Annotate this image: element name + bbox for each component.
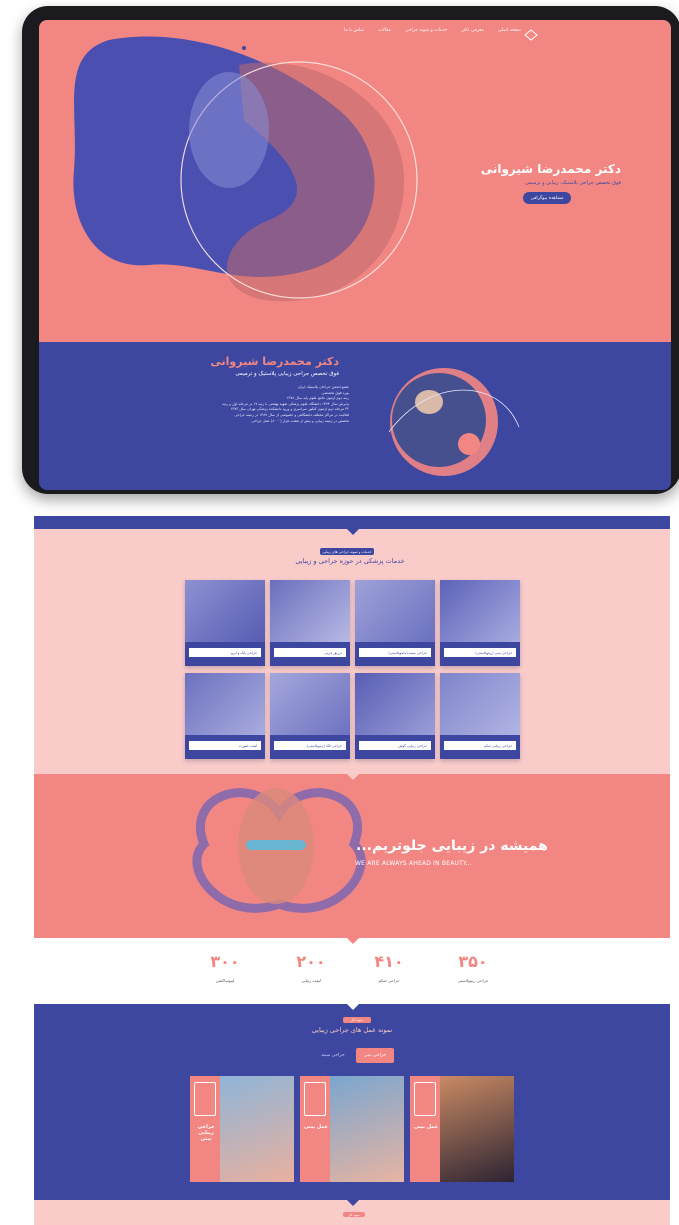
before-after-image [220,1076,294,1182]
nose-outline-icon [194,1082,216,1116]
service-label: جراحی بینی (رینوپلاستی) [444,648,516,657]
stat-number: ۳۰۰ [210,952,240,971]
gallery-card-title: عمل بینی [414,1124,438,1130]
stat-number: ۳۵۰ [458,952,488,971]
service-label: لیفت صورت [189,741,261,750]
service-image [355,673,435,735]
hero-face-image [189,72,269,188]
tab-nose-surgery[interactable]: جراحی بینی [356,1048,394,1063]
service-card[interactable]: جراحی بینی (رینوپلاستی) [440,580,520,666]
stat-item: ۲۰۰ لیفت زیبایی [276,952,346,983]
service-image [270,673,350,735]
stat-label: جراحی رینوپلاستی [457,978,489,983]
main-nav: صفحه اصلی معرفی دکتر خدمات و نمونه جراحی… [344,28,521,33]
stats-section [34,938,670,1004]
divider-notch [347,774,359,780]
service-card[interactable]: جراحی پلک و ابرو [185,580,265,666]
service-card[interactable]: جراحی زیبایی شکم [440,673,520,759]
service-label: جراحی پلک و ابرو [189,648,261,657]
stat-item: ۳۰۰ لیپوساکشن [190,952,260,983]
list-item: تخصص در زمینه زیبایی و بیش از هشت هزار (… [251,418,349,423]
logo-icon[interactable] [523,26,539,41]
service-card[interactable]: جراحی زیبایی گوش [355,673,435,759]
service-label: جراحی زیبایی گوش [359,741,431,750]
page-mockup: صفحه اصلی معرفی دکتر خدمات و نمونه جراحی… [0,0,679,1225]
surgeon-photo-frame [388,368,520,476]
gallery-badge: نمونه کار [343,1017,371,1023]
slogan-banner [34,774,670,938]
service-image [440,580,520,642]
bio-button[interactable]: مشاهده بیوگرافی [523,192,571,204]
service-label: جراحی فک (ژنیوپلاستی) [274,741,346,750]
nav-item-about[interactable]: معرفی دکتر [461,28,483,33]
service-label: جراحی زیبایی شکم [444,741,516,750]
stat-number: ۲۰۰ [296,952,326,971]
stat-label: لیپوساکشن [215,978,235,983]
services-badge: خدمات و نمونه جراحی های زیبایی [320,548,374,555]
service-image [270,580,350,642]
service-image [185,580,265,642]
about-title: دکتر محمدرضا شیروانی [210,355,339,368]
nav-item-articles[interactable]: مقالات [378,28,391,33]
service-label: جراحی سینه (ماموپلاستی) [359,648,431,657]
gallery-card[interactable]: جراحی زیبایی بینی [190,1076,294,1182]
service-image [185,673,265,735]
hero-subtitle: فوق تخصص جراحی پلاستیک، زیبایی و ترمیمی [525,180,621,186]
service-card[interactable]: جراحی فک (ژنیوپلاستی) [270,673,350,759]
service-card[interactable]: تزریق چربی [270,580,350,666]
banner-artwork [192,788,366,913]
stat-item: ۳۵۰ جراحی رینوپلاستی [438,952,508,983]
service-card[interactable]: جراحی سینه (ماموپلاستی) [355,580,435,666]
nose-outline-icon [304,1082,326,1116]
tab-breast-surgery[interactable]: جراحی سینه [313,1048,353,1063]
stat-label: جراحی شکم [378,978,400,983]
nav-item-services[interactable]: خدمات و نمونه جراحی [405,28,448,33]
gallery-card-title: جراحی زیبایی بینی [197,1124,215,1142]
before-after-image [440,1076,514,1182]
banner-title: همیشه در زیبایی جلوتریم... [356,838,548,854]
stat-item: ۴۱۰ جراحی شکم [354,952,424,983]
gallery-card-title: عمل بینی [304,1124,328,1130]
gallery-title: نمونه عمل های جراحی زیبایی [311,1026,393,1034]
about-subtitle: فوق تخصص جراحی زیبایی پلاستیک و ترمیمی [235,371,339,377]
stat-number: ۴۱۰ [374,952,404,971]
service-card[interactable]: لیفت صورت [185,673,265,759]
nav-item-contact[interactable]: تماس با ما [344,28,364,33]
surgeon-image [415,390,443,414]
service-image [355,580,435,642]
nose-outline-icon [414,1082,436,1116]
section-divider [34,516,670,529]
next-section-badge: نمونه کار [343,1212,365,1217]
gallery-card[interactable]: عمل بینی [410,1076,514,1182]
divider-notch [347,938,359,944]
service-image [440,673,520,735]
services-title: خدمات پزشکی در حوزه جراحی و زیبایی [295,557,405,565]
divider-notch [347,529,359,535]
nav-item-home[interactable]: صفحه اصلی [498,28,521,33]
divider-notch [347,1200,359,1206]
about-bullets: عضو انجمن جراحان پلاستیک ایران بورد فوق … [99,385,349,424]
divider-notch [347,1004,359,1010]
before-after-image [330,1076,404,1182]
service-label: تزریق چربی [274,648,346,657]
hero-title: دکتر محمدرضا شیروانی [480,162,621,176]
banner-subtitle: WE ARE ALWAYS AHEAD IN BEAUTY... [355,860,472,867]
stat-label: لیفت زیبایی [301,978,321,983]
gallery-card[interactable]: عمل بینی [300,1076,404,1182]
